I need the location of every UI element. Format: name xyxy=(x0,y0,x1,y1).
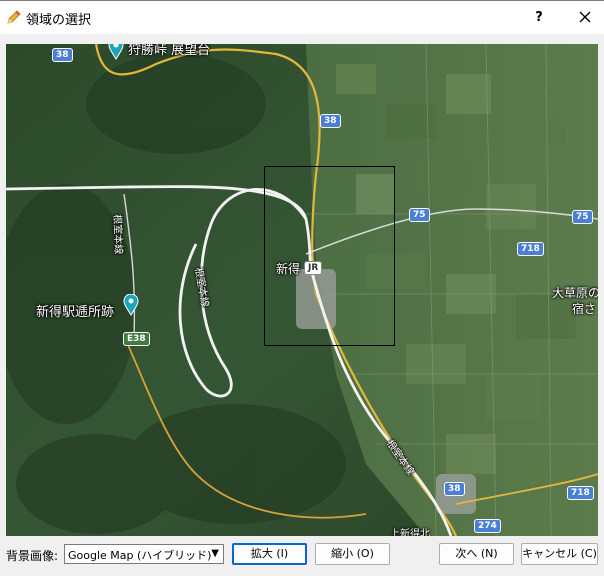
route-shield: 38 xyxy=(320,114,341,128)
bottom-toolbar: 背景画像: Google Map (ハイブリッド) ▼ 拡大 (I) 縮小 (O… xyxy=(0,538,604,576)
route-shield: 718 xyxy=(517,242,544,256)
background-image-value: Google Map (ハイブリッド) xyxy=(68,549,212,562)
route-shield: 75 xyxy=(409,208,430,222)
station-badge: JR xyxy=(304,261,323,275)
label-ruins: 新得駅逓所跡 xyxy=(36,305,115,320)
next-button[interactable]: 次へ (N) xyxy=(439,543,514,565)
close-icon[interactable] xyxy=(571,7,599,29)
background-image-select[interactable]: Google Map (ハイブリッド) ▼ xyxy=(64,544,224,564)
background-image-label: 背景画像: xyxy=(6,549,59,563)
label-lookout: 狩勝峠 展望台 xyxy=(128,44,211,58)
window-title: 領域の選択 xyxy=(26,13,92,28)
title-bar: 領域の選択 ? xyxy=(0,0,604,34)
edit-pencil-icon xyxy=(7,10,21,24)
lookout-pin-icon[interactable] xyxy=(108,44,124,60)
route-shield: 718 xyxy=(567,486,594,500)
chevron-down-icon: ▼ xyxy=(211,548,219,559)
expressway-shield: E38 xyxy=(123,332,150,346)
selection-rectangle[interactable] xyxy=(264,166,395,346)
help-button[interactable]: ? xyxy=(527,7,551,29)
label-town: 新得 xyxy=(276,262,301,276)
route-shield: 38 xyxy=(52,48,73,62)
label-bottom-right: 上新得北 xyxy=(390,529,430,536)
label-plain-1: 大草原の xyxy=(552,286,598,300)
map-view[interactable]: 狩勝峠 展望台 新得 新得駅逓所跡 根室本線 根室本線 根室本線 大草原の 宿さ… xyxy=(6,44,598,536)
route-shield: 38 xyxy=(444,482,465,496)
zoom-out-button[interactable]: 縮小 (O) xyxy=(315,543,390,565)
route-shield: 75 xyxy=(572,210,593,224)
label-rail-left: 根室本線 xyxy=(111,214,124,255)
ruins-pin-icon[interactable] xyxy=(123,294,139,316)
zoom-in-button[interactable]: 拡大 (I) xyxy=(232,543,307,565)
label-plain-2: 宿さ xyxy=(572,302,597,316)
cancel-button[interactable]: キャンセル (C) xyxy=(521,543,598,565)
route-shield: 274 xyxy=(474,519,501,533)
